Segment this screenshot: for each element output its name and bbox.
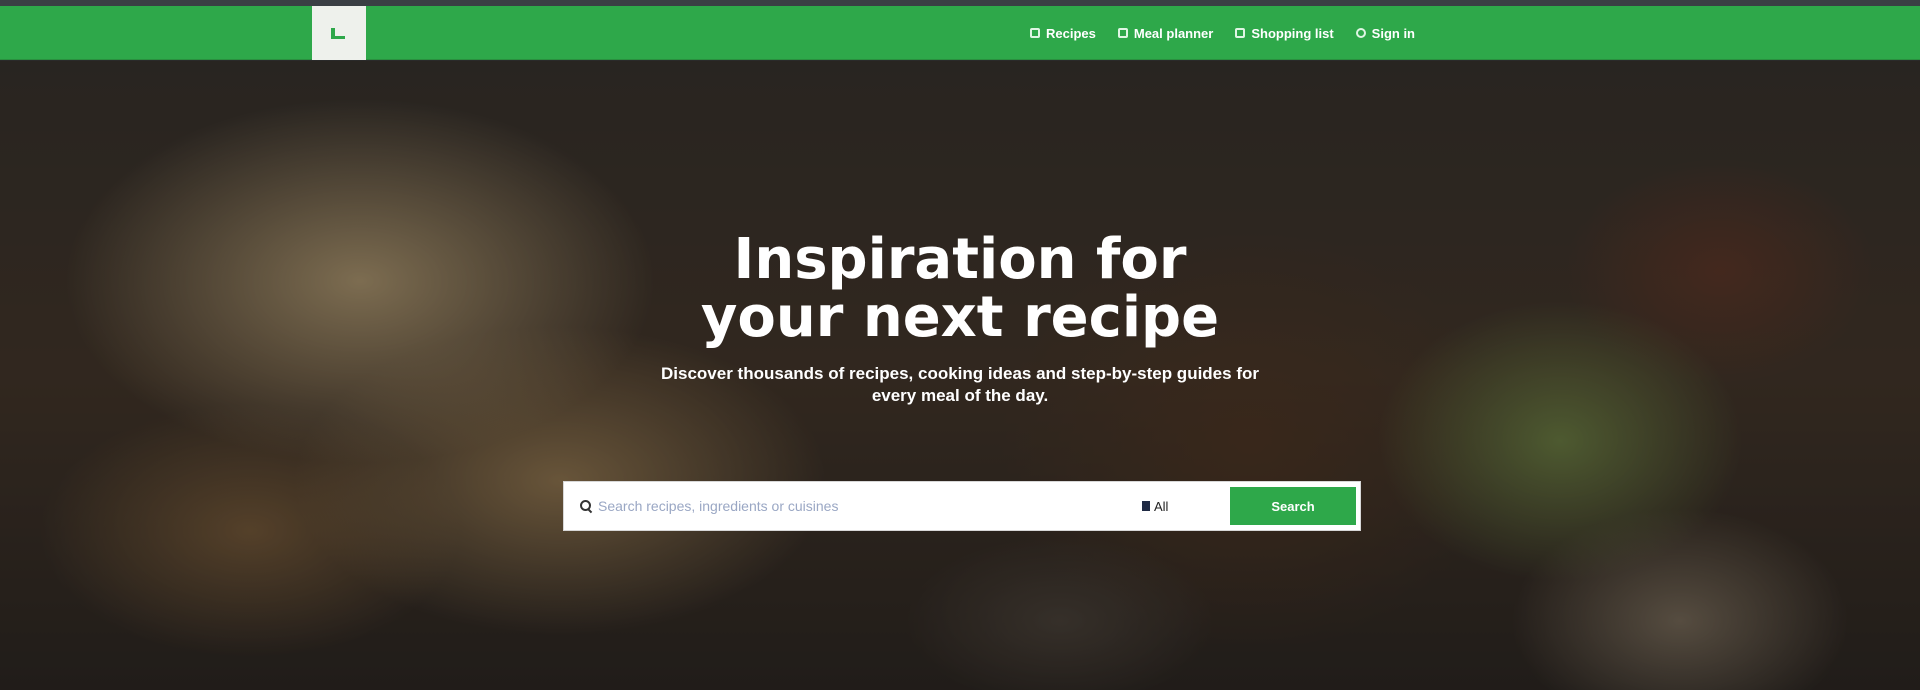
hero-section: Inspiration for your next recipe Discove… xyxy=(0,61,1920,690)
nav-links: Recipes Meal planner Shopping list Sign … xyxy=(1030,6,1415,60)
search-icon xyxy=(574,494,598,518)
nav-link-label: Recipes xyxy=(1046,25,1096,41)
nav-link-shopping-list[interactable]: Shopping list xyxy=(1235,25,1334,41)
filter-select-value: All xyxy=(1154,498,1169,514)
hero-title: Inspiration for your next recipe xyxy=(0,231,1920,347)
nav-link-sign-in[interactable]: Sign in xyxy=(1355,25,1416,41)
site-logo[interactable] xyxy=(312,6,366,60)
nav-link-label: Meal planner xyxy=(1133,25,1214,41)
hero-title-line: Inspiration for xyxy=(733,227,1187,292)
hero-title-line: your next recipe xyxy=(700,285,1220,350)
recipe-search-form: All Search xyxy=(563,481,1361,531)
book-icon xyxy=(1030,28,1040,38)
calendar-icon xyxy=(1117,28,1128,38)
user-icon xyxy=(1355,28,1366,38)
cart-icon xyxy=(1235,28,1246,38)
nav-link-recipes[interactable]: Recipes xyxy=(1030,26,1096,41)
leaf-logo-icon xyxy=(329,26,349,40)
filter-icon xyxy=(1142,501,1150,511)
nav-link-label: Shopping list xyxy=(1251,25,1334,41)
hero-subtitle: Discover thousands of recipes, cooking i… xyxy=(661,364,1259,405)
category-filter-select[interactable]: All xyxy=(1142,486,1222,526)
nav-link-label: Sign in xyxy=(1371,25,1416,41)
nav-link-meal-planner[interactable]: Meal planner xyxy=(1117,25,1214,41)
navbar: Recipes Meal planner Shopping list Sign … xyxy=(0,6,1920,60)
search-input[interactable] xyxy=(598,486,1142,526)
search-button[interactable]: Search xyxy=(1230,487,1356,525)
